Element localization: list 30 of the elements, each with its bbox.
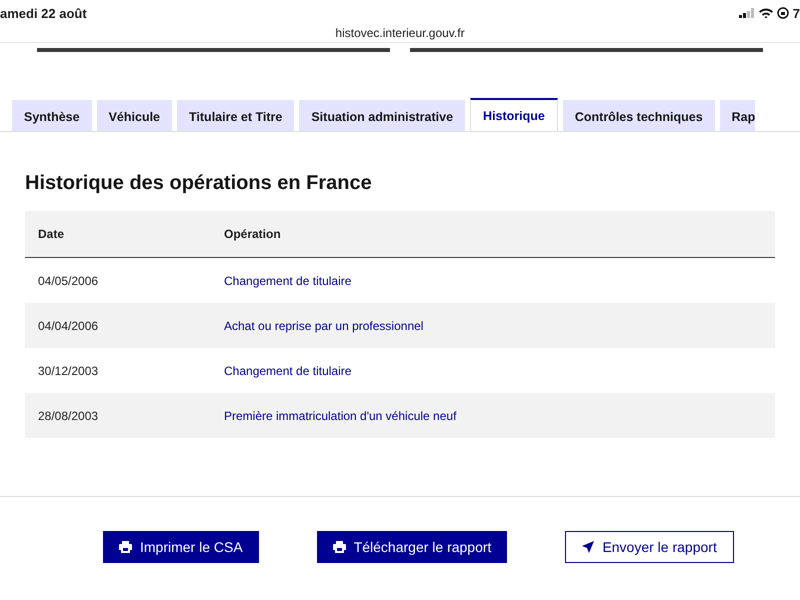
column-header: Date — [25, 211, 211, 258]
tab[interactable]: Titulaire et Titre — [177, 100, 294, 131]
tab[interactable]: Historique — [470, 98, 558, 131]
printer-icon — [119, 541, 132, 553]
operation-link[interactable]: Première immatriculation d'un véhicule neuf — [224, 408, 456, 422]
action-button[interactable]: Imprimer le CSA — [103, 531, 259, 563]
operation-link[interactable]: Achat ou reprise par un professionnel — [224, 318, 424, 332]
tab[interactable]: Contrôles techniques — [562, 100, 715, 131]
operation-link[interactable]: Changement de titulaire — [224, 364, 352, 378]
send-icon — [582, 541, 594, 553]
wifi-icon — [758, 8, 773, 18]
battery-percent: 7 — [792, 6, 800, 20]
action-button[interactable]: Envoyer le rapport — [565, 531, 734, 563]
status-date: amedi 22 août — [0, 6, 87, 20]
tab[interactable]: Rap — [720, 100, 756, 131]
column-header: Opération — [211, 211, 775, 258]
url-text[interactable]: histovec.interieur.gouv.fr — [335, 26, 465, 42]
signal-icon — [738, 8, 755, 18]
date-cell: 04/05/2006 — [25, 258, 211, 303]
operation-link[interactable]: Changement de titulaire — [224, 274, 352, 288]
tab[interactable]: Situation administrative — [299, 100, 466, 131]
tab[interactable]: Synthèse — [12, 100, 92, 131]
date-cell: 30/12/2003 — [25, 348, 211, 393]
printer-icon — [332, 541, 346, 553]
date-cell: 04/04/2006 — [25, 303, 211, 348]
lock-rotation-icon — [776, 7, 789, 19]
tab[interactable]: Véhicule — [96, 100, 172, 131]
date-cell: 28/08/2003 — [25, 393, 211, 438]
section-title: Historique des opérations en France — [25, 172, 373, 195]
action-button[interactable]: Télécharger le rapport — [316, 531, 508, 563]
